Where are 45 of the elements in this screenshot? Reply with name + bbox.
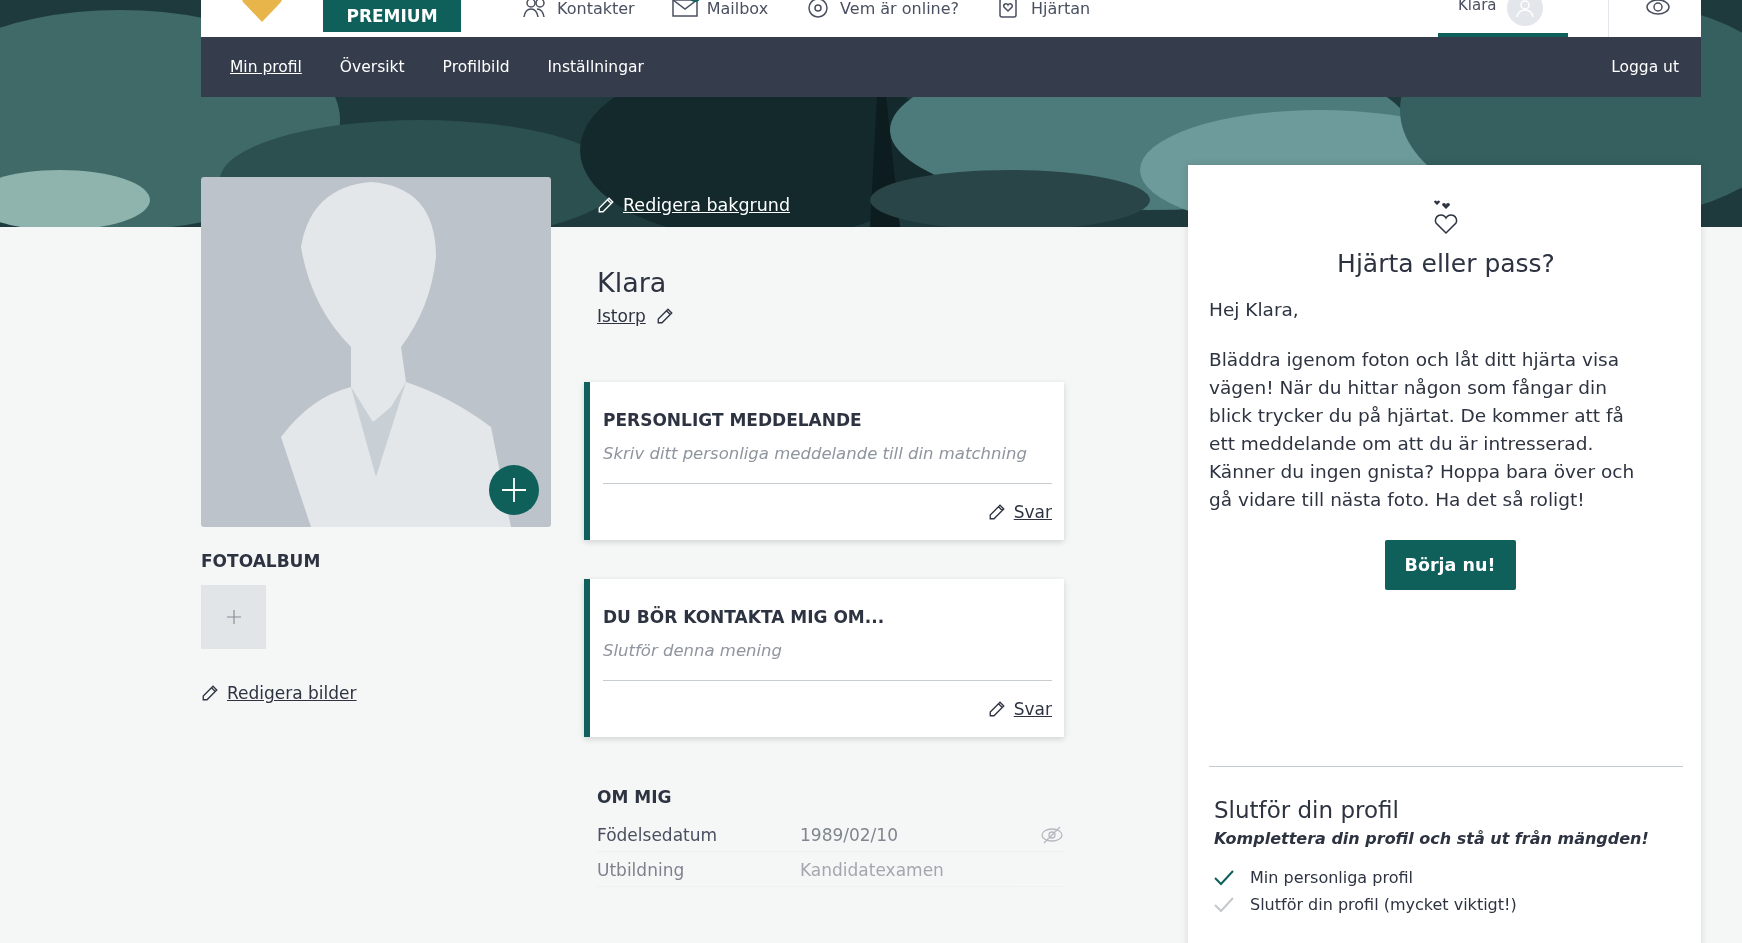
premium-button[interactable]: PREMIUM bbox=[323, 0, 461, 32]
edit-photos-link[interactable]: Redigera bilder bbox=[201, 683, 551, 703]
field-value: Kandidatexamen bbox=[800, 860, 945, 880]
message-field[interactable]: Skriv ditt personliga meddelande till din matchning bbox=[603, 444, 1052, 484]
profile-tab[interactable]: Översikt bbox=[339, 58, 405, 76]
location-link[interactable]: Istorp bbox=[597, 306, 646, 326]
nav-link[interactable]: Vem är online? bbox=[804, 0, 960, 20]
nav-link[interactable]: Kontakter bbox=[521, 0, 635, 20]
envelope-icon bbox=[670, 0, 699, 19]
profile-tab[interactable]: Profilbild bbox=[442, 58, 510, 76]
card-title: DU BÖR KONTAKTA MIG OM... bbox=[603, 607, 886, 627]
card-title: PERSONLIGT MEDDELANDE bbox=[603, 410, 863, 430]
add-photo-tile[interactable] bbox=[201, 585, 266, 649]
field-value: 1989/02/10 bbox=[800, 825, 899, 845]
plus-icon bbox=[226, 610, 241, 624]
logout-link[interactable]: Logga ut bbox=[1611, 58, 1679, 76]
complete-subtitle: Komplettera din profil och stå ut från mängden! bbox=[1214, 829, 1650, 848]
add-photo-button[interactable] bbox=[489, 465, 539, 515]
promo-title: Hjärta eller pass? bbox=[1336, 249, 1556, 278]
profile-tab[interactable]: Min profil bbox=[230, 58, 302, 76]
message-field[interactable]: Slutför denna mening bbox=[603, 641, 1052, 681]
promo-text: Bläddra igenom foton och låt ditt hjärta visa vägen! När du hittar någon som fångar din blick trycker du på hjärtat. De kommer att få ett meddelande om att du är intresserad. Känner du ingen gnista? Hoppa bara över och gå vidare till nästa foto. Ha det så roligt! bbox=[1209, 348, 1636, 512]
plus-icon bbox=[501, 477, 527, 503]
pencil-icon bbox=[987, 503, 1006, 521]
checklist-item: Slutför din profil (mycket viktigt!) bbox=[1250, 895, 1517, 914]
complete-title: Slutför din profil bbox=[1214, 797, 1400, 823]
hidden-eye-icon[interactable] bbox=[1040, 825, 1064, 845]
nav-link[interactable]: Mailbox bbox=[670, 0, 769, 20]
pencil-icon bbox=[597, 196, 615, 214]
section-title: FOTOALBUM bbox=[201, 551, 322, 571]
pencil-icon bbox=[201, 684, 219, 702]
edit-background-link[interactable]: Redigera bakgrund bbox=[623, 195, 791, 215]
reply-link[interactable]: Svar bbox=[1013, 699, 1052, 719]
field-label: Utbildning bbox=[597, 860, 686, 880]
section-title: OM MIG bbox=[597, 787, 673, 807]
field-label: Födelsedatum bbox=[597, 825, 719, 845]
start-button[interactable]: Börja nu! bbox=[1384, 540, 1516, 590]
pencil-icon bbox=[987, 700, 1006, 718]
greeting-text: Hej Klara, bbox=[1209, 298, 1300, 322]
profile-name: Klara bbox=[597, 267, 668, 298]
pencil-icon bbox=[655, 307, 674, 325]
nav-link[interactable]: Hjärtan bbox=[995, 0, 1091, 20]
profile-tab[interactable]: Inställningar bbox=[547, 58, 644, 76]
checklist-item: Min personliga profil bbox=[1250, 868, 1413, 887]
reply-link[interactable]: Svar bbox=[1013, 502, 1052, 522]
